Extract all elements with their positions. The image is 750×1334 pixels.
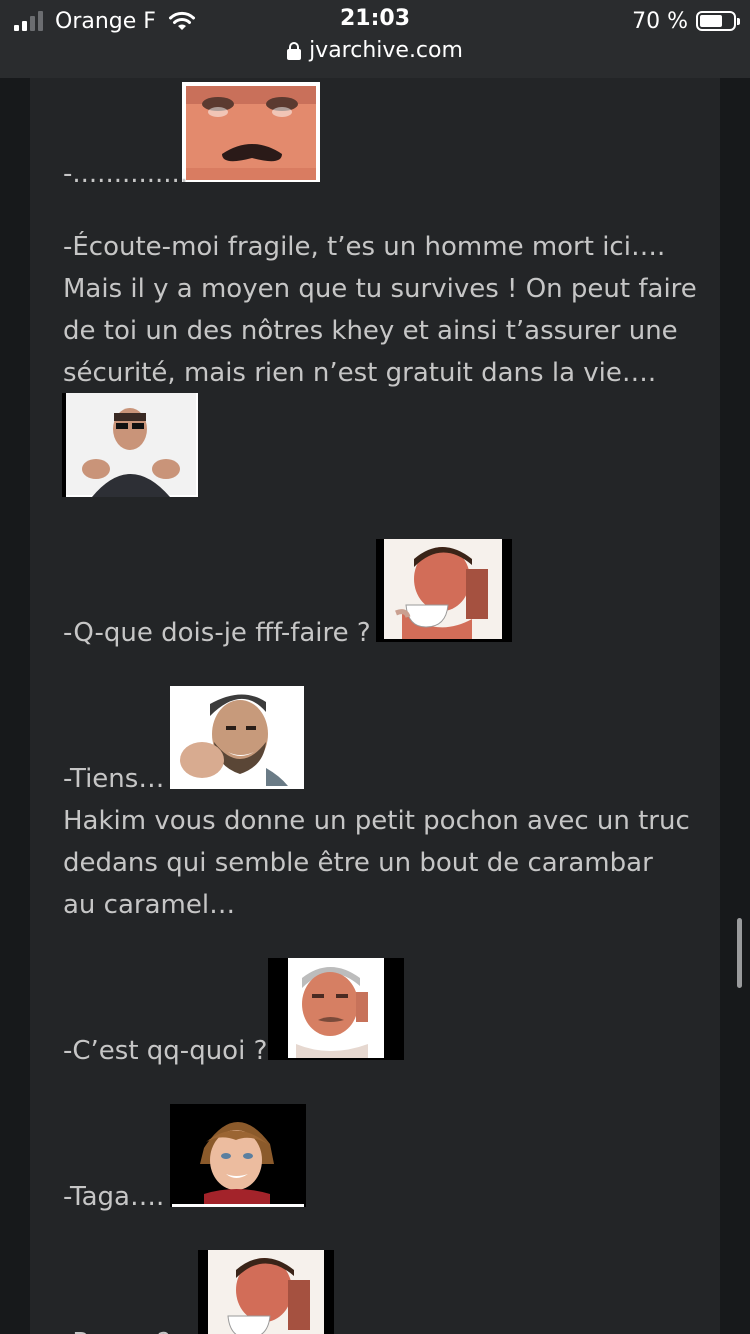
young-singer-sticker — [170, 1104, 306, 1207]
post-line: au caramel… — [63, 890, 236, 920]
status-bar: Orange F 21:03 70 % jvarchive.com — [0, 0, 750, 78]
post-line: -.............. — [63, 159, 189, 189]
battery-percentage: 70 % — [632, 8, 688, 34]
post-content: -.............. -Écoute-moi fragile, t’e… — [30, 78, 720, 1334]
post-line: de toi un des nôtres khey et ainsi t’ass… — [63, 316, 678, 346]
address-bar[interactable]: jvarchive.com — [0, 38, 750, 63]
post-line: -R.....…? — [63, 1322, 171, 1334]
post-line: sécurité, mais rien n’est gratuit dans l… — [63, 358, 657, 388]
risitas-tea-sticker — [376, 539, 512, 642]
risitas-tea-sticker — [198, 1250, 334, 1334]
risitas-suspicious-sticker — [268, 958, 404, 1060]
post-line: -Tiens… — [63, 764, 165, 794]
post-line: Hakim vous donne un petit pochon avec un… — [63, 806, 690, 836]
post-line: -C’est qq-quoi ? — [63, 1036, 268, 1066]
post-line: dedans qui semble être un bout de caramb… — [63, 848, 653, 878]
man-sunglasses-sticker — [62, 393, 198, 497]
post-line: -Taga…. — [63, 1182, 165, 1212]
post-line: -Écoute-moi fragile, t’es un homme mort … — [63, 232, 666, 262]
lock-icon — [287, 41, 302, 60]
url-text: jvarchive.com — [309, 38, 463, 63]
post-line: Mais il y a moyen que tu survives ! On p… — [63, 274, 697, 304]
risitas-sticker — [182, 82, 320, 182]
page-scrollbar[interactable] — [737, 918, 742, 988]
man-cap-smiling-sticker — [170, 686, 304, 789]
battery-icon — [696, 11, 740, 31]
battery-level — [700, 15, 722, 27]
status-right: 70 % — [632, 6, 740, 36]
post-line: -Q-que dois-je fff-faire ? — [63, 618, 371, 648]
